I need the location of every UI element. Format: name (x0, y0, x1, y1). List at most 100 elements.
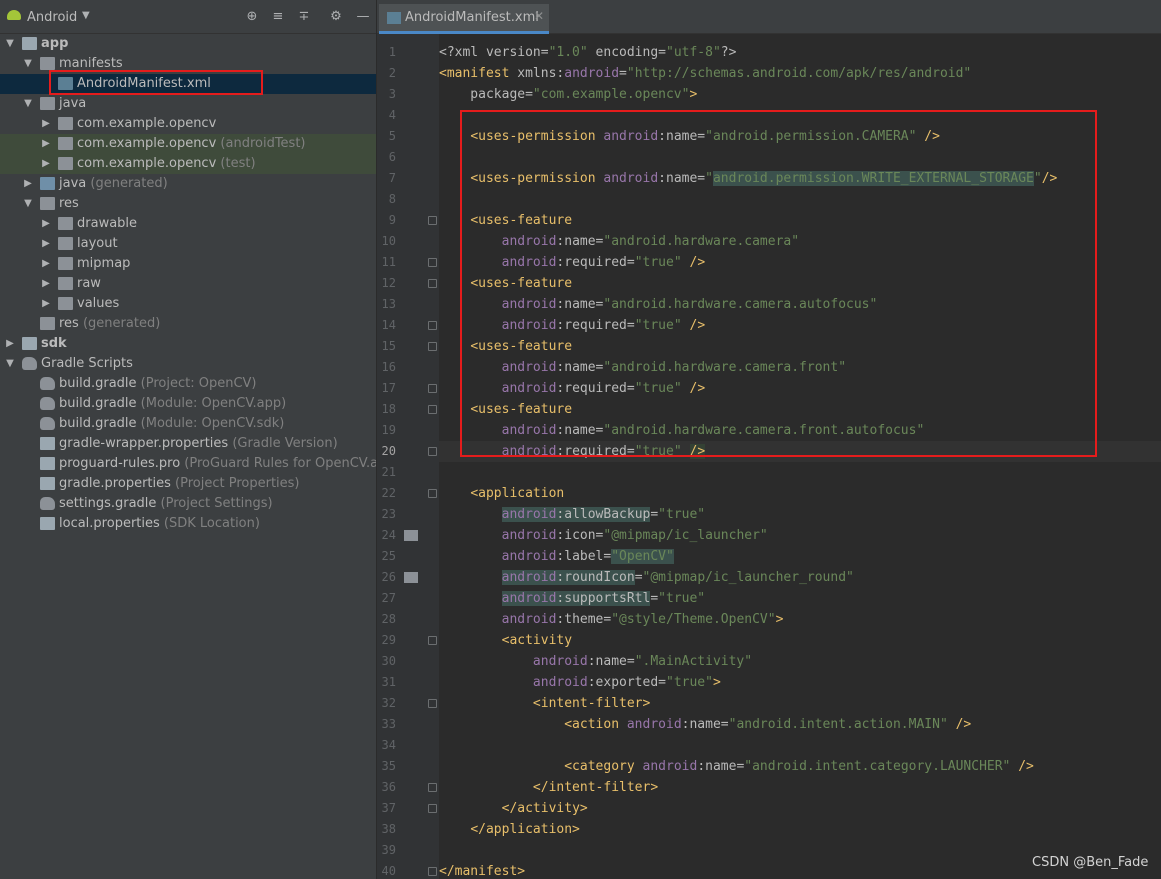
code-line[interactable]: <uses-permission android:name="android.p… (439, 168, 1161, 189)
code-line[interactable]: android:required="true" /> (439, 378, 1161, 399)
fold-marker-icon[interactable] (428, 783, 437, 792)
tree-item[interactable]: settings.gradle (Project Settings) (0, 494, 376, 514)
fold-marker-icon[interactable] (428, 867, 437, 876)
image-preview-icon[interactable] (404, 572, 418, 583)
code-line[interactable]: <category android:name="android.intent.c… (439, 756, 1161, 777)
fold-marker-icon[interactable] (428, 804, 437, 813)
fold-marker-icon[interactable] (428, 447, 437, 456)
expand-all-icon[interactable]: ≡ (270, 9, 286, 25)
code-line[interactable]: android:name="android.hardware.camera" (439, 231, 1161, 252)
tree-item[interactable]: gradle.properties (Project Properties) (0, 474, 376, 494)
tree-item[interactable]: build.gradle (Module: OpenCV.app) (0, 394, 376, 414)
code-line[interactable] (439, 105, 1161, 126)
code-area[interactable]: <?xml version="1.0" encoding="utf-8"?> <m… (439, 34, 1161, 879)
tree-item[interactable]: ▶ layout (0, 234, 376, 254)
code-line[interactable]: package="com.example.opencv"> (439, 84, 1161, 105)
tree-item[interactable]: ▼ app (0, 34, 376, 54)
chevron-right-icon[interactable]: ▶ (40, 214, 52, 234)
tree-item[interactable]: local.properties (SDK Location) (0, 514, 376, 534)
code-line[interactable]: <activity (439, 630, 1161, 651)
project-view-selector[interactable]: Android (27, 10, 77, 25)
fold-marker-icon[interactable] (428, 699, 437, 708)
code-line[interactable]: <intent-filter> (439, 693, 1161, 714)
code-line[interactable]: <application (439, 483, 1161, 504)
tree-item[interactable]: AndroidManifest.xml (0, 74, 376, 94)
code-line[interactable]: </application> (439, 819, 1161, 840)
code-line[interactable]: android:allowBackup="true" (439, 504, 1161, 525)
fold-marker-icon[interactable] (428, 489, 437, 498)
code-line[interactable]: android:name=".MainActivity" (439, 651, 1161, 672)
chevron-down-icon[interactable]: ▼ (4, 34, 16, 54)
fold-marker-icon[interactable] (428, 405, 437, 414)
tree-item[interactable]: ▶ com.example.opencv (androidTest) (0, 134, 376, 154)
close-icon[interactable]: ✕ (534, 9, 544, 23)
code-line[interactable]: android:name="android.hardware.camera.fr… (439, 420, 1161, 441)
code-line[interactable]: <uses-feature (439, 399, 1161, 420)
collapse-all-icon[interactable]: ∓ (296, 9, 312, 25)
chevron-right-icon[interactable]: ▶ (40, 234, 52, 254)
fold-marker-icon[interactable] (428, 258, 437, 267)
chevron-right-icon[interactable]: ▶ (40, 254, 52, 274)
chevron-right-icon[interactable]: ▶ (40, 134, 52, 154)
tree-item[interactable]: ▶ mipmap (0, 254, 376, 274)
code-line[interactable]: <uses-permission android:name="android.p… (439, 126, 1161, 147)
fold-marker-icon[interactable] (428, 636, 437, 645)
tree-item[interactable]: ▶ java (generated) (0, 174, 376, 194)
image-preview-icon[interactable] (404, 530, 418, 541)
code-line[interactable]: </activity> (439, 798, 1161, 819)
tree-item[interactable]: proguard-rules.pro (ProGuard Rules for O… (0, 454, 376, 474)
tree-item[interactable]: ▶ raw (0, 274, 376, 294)
tree-item[interactable]: gradle-wrapper.properties (Gradle Versio… (0, 434, 376, 454)
chevron-down-icon[interactable]: ▼ (82, 10, 90, 21)
tree-item[interactable]: build.gradle (Module: OpenCV.sdk) (0, 414, 376, 434)
code-line[interactable]: android:label="OpenCV" (439, 546, 1161, 567)
fold-marker-icon[interactable] (428, 279, 437, 288)
fold-marker-icon[interactable] (428, 216, 437, 225)
code-line[interactable]: <action android:name="android.intent.act… (439, 714, 1161, 735)
tree-item[interactable]: ▶ com.example.opencv (0, 114, 376, 134)
chevron-down-icon[interactable]: ▼ (22, 54, 34, 74)
code-line[interactable] (439, 189, 1161, 210)
tree-item[interactable]: ▶ com.example.opencv (test) (0, 154, 376, 174)
fold-marker-icon[interactable] (428, 342, 437, 351)
code-line[interactable]: <uses-feature (439, 210, 1161, 231)
code-line[interactable]: android:icon="@mipmap/ic_launcher" (439, 525, 1161, 546)
code-line[interactable]: <manifest xmlns:android="http://schemas.… (439, 63, 1161, 84)
code-line[interactable]: <uses-feature (439, 336, 1161, 357)
code-line[interactable]: android:required="true" /> (439, 315, 1161, 336)
fold-marker-icon[interactable] (428, 384, 437, 393)
code-line[interactable]: android:roundIcon="@mipmap/ic_launcher_r… (439, 567, 1161, 588)
chevron-right-icon[interactable]: ▶ (40, 114, 52, 134)
chevron-right-icon[interactable]: ▶ (4, 334, 16, 354)
code-line[interactable] (439, 735, 1161, 756)
code-line[interactable]: android:theme="@style/Theme.OpenCV"> (439, 609, 1161, 630)
chevron-right-icon[interactable]: ▶ (22, 174, 34, 194)
fold-marker-icon[interactable] (428, 321, 437, 330)
code-line[interactable]: </intent-filter> (439, 777, 1161, 798)
tree-item[interactable]: ▼ res (0, 194, 376, 214)
tree-item[interactable]: ▼ manifests (0, 54, 376, 74)
tree-item[interactable]: ▼ Gradle Scripts (0, 354, 376, 374)
tree-item[interactable]: ▶ sdk (0, 334, 376, 354)
code-line[interactable]: android:exported="true"> (439, 672, 1161, 693)
chevron-down-icon[interactable]: ▼ (22, 94, 34, 114)
code-line[interactable]: android:name="android.hardware.camera.fr… (439, 357, 1161, 378)
code-line[interactable]: <uses-feature (439, 273, 1161, 294)
chevron-down-icon[interactable]: ▼ (22, 194, 34, 214)
code-line[interactable]: android:required="true" /> (439, 252, 1161, 273)
tab-androidmanifest[interactable]: AndroidManifest.xml ✕ (379, 4, 549, 34)
chevron-right-icon[interactable]: ▶ (40, 154, 52, 174)
chevron-right-icon[interactable]: ▶ (40, 294, 52, 314)
code-line[interactable] (439, 462, 1161, 483)
code-line[interactable]: android:supportsRtl="true" (439, 588, 1161, 609)
code-line[interactable]: android:name="android.hardware.camera.au… (439, 294, 1161, 315)
chevron-down-icon[interactable]: ▼ (4, 354, 16, 374)
code-line[interactable]: <?xml version="1.0" encoding="utf-8"?> (439, 42, 1161, 63)
tree-item[interactable]: ▶ values (0, 294, 376, 314)
tree-item[interactable]: build.gradle (Project: OpenCV) (0, 374, 376, 394)
code-line[interactable] (439, 147, 1161, 168)
gear-icon[interactable]: ⚙ (328, 9, 344, 25)
chevron-right-icon[interactable]: ▶ (40, 274, 52, 294)
locate-icon[interactable]: ⊕ (244, 9, 260, 25)
tree-item[interactable]: ▼ java (0, 94, 376, 114)
